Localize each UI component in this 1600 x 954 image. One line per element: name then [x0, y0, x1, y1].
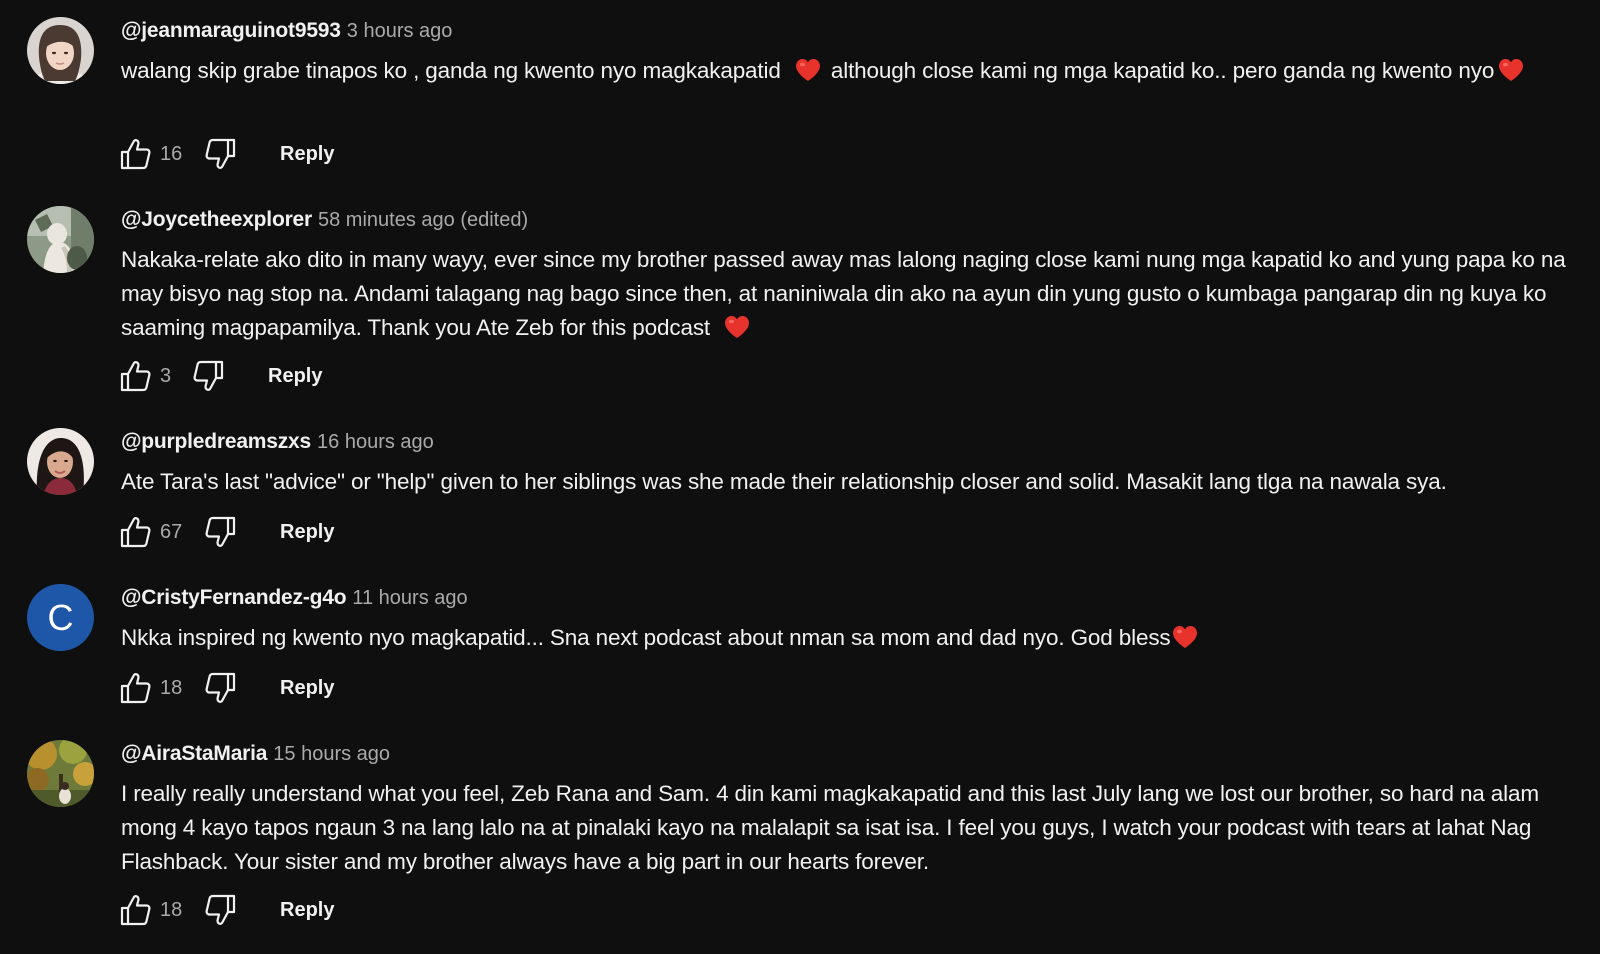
reply-button[interactable]: Reply [268, 362, 322, 390]
like-count: 18 [160, 899, 183, 921]
comment-text: Nkka inspired ng kwento nyo magkapatid..… [121, 621, 1581, 655]
thumbs-up-icon[interactable] [118, 893, 152, 927]
thumbs-down-icon[interactable] [204, 671, 238, 705]
thumbs-down-icon[interactable] [192, 359, 226, 393]
thumbs-down-icon[interactable] [204, 893, 238, 927]
avatar[interactable] [27, 428, 94, 495]
reply-button[interactable]: Reply [280, 518, 334, 546]
reply-button[interactable]: Reply [280, 896, 334, 924]
comment-author[interactable]: @AiraStaMaria [121, 742, 267, 765]
comment-author[interactable]: @jeanmaraguinot9593 [121, 19, 341, 42]
like-count: 67 [160, 521, 183, 543]
comment-author[interactable]: @Joycetheexplorer [121, 208, 312, 231]
comment-timestamp[interactable]: 16 hours ago [317, 431, 434, 453]
heart-emoji-icon [724, 315, 750, 339]
comment-header: @AiraStaMaria 15 hours ago [121, 740, 390, 768]
heart-emoji-icon [1172, 625, 1198, 649]
avatar[interactable] [27, 206, 94, 273]
reply-button[interactable]: Reply [280, 674, 334, 702]
comment-text-part: I really really understand what you feel… [121, 781, 1539, 874]
comment-timestamp[interactable]: 11 hours ago [352, 587, 467, 609]
comment-text-part: Ate Tara's last "advice" or "help" given… [121, 469, 1447, 494]
comment-header: @Joycetheexplorer 58 minutes ago (edited) [121, 206, 528, 234]
avatar[interactable] [27, 740, 94, 807]
comment-text: I really really understand what you feel… [121, 777, 1581, 879]
avatar-letter: C [27, 584, 94, 651]
avatar[interactable]: C [27, 584, 94, 651]
thumbs-up-icon[interactable] [118, 671, 152, 705]
comment-author[interactable]: @purpledreamszxs [121, 430, 311, 453]
comment-header: @CristyFernandez-g4o 11 hours ago [121, 584, 468, 612]
comment-text-part: Nakaka-relate ako dito in many wayy, eve… [121, 247, 1566, 340]
like-count: 16 [160, 143, 183, 165]
comment-timestamp[interactable]: 3 hours ago [347, 20, 453, 42]
heart-emoji-icon [795, 58, 821, 82]
thumbs-up-icon[interactable] [118, 137, 152, 171]
comment-text-part: walang skip grabe tinapos ko , ganda ng … [121, 58, 781, 83]
comment-text: Ate Tara's last "advice" or "help" given… [121, 465, 1581, 499]
comment-timestamp[interactable]: 58 minutes ago (edited) [318, 209, 528, 231]
comment-text-part: although close kami ng mga kapatid ko.. … [830, 58, 1495, 83]
comment-author[interactable]: @CristyFernandez-g4o [121, 586, 347, 609]
thumbs-down-icon[interactable] [204, 515, 238, 549]
comment-text: Nakaka-relate ako dito in many wayy, eve… [121, 243, 1581, 345]
comments-list: @jeanmaraguinot9593 3 hours ago walang sk… [0, 0, 1600, 954]
heart-emoji-icon [1498, 58, 1524, 82]
thumbs-down-icon[interactable] [204, 137, 238, 171]
avatar[interactable] [27, 17, 94, 84]
like-count: 18 [160, 677, 183, 699]
comment-text: walang skip grabe tinapos ko , ganda ng … [121, 54, 1581, 88]
thumbs-up-icon[interactable] [118, 359, 152, 393]
thumbs-up-icon[interactable] [118, 515, 152, 549]
like-count: 3 [160, 365, 172, 387]
reply-button[interactable]: Reply [280, 140, 334, 168]
comment-header: @jeanmaraguinot9593 3 hours ago [121, 17, 452, 45]
comment-text-part: Nkka inspired ng kwento nyo magkapatid..… [121, 625, 1171, 650]
comment-timestamp[interactable]: 15 hours ago [273, 743, 390, 765]
comment-header: @purpledreamszxs 16 hours ago [121, 428, 434, 456]
